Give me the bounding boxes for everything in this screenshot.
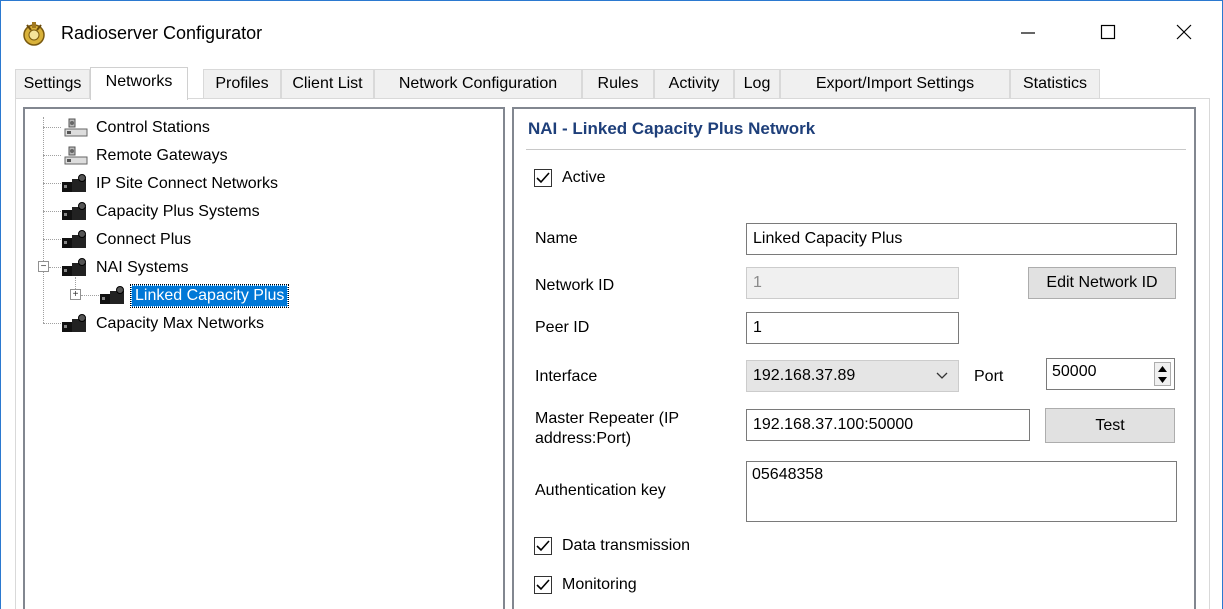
tree-line: [49, 267, 61, 268]
network-icon: [62, 258, 86, 276]
close-icon: [1176, 24, 1192, 40]
network-tree[interactable]: − + Control Stations Remote Gateways IP …: [23, 107, 505, 609]
maximize-button[interactable]: [1088, 15, 1128, 49]
master-repeater-label: Master Repeater (IP address:Port): [535, 410, 679, 447]
tab-export-import-settings[interactable]: Export/Import Settings: [780, 69, 1010, 99]
tree-item-remote-gateways[interactable]: Remote Gateways: [61, 144, 231, 168]
tree-item-label: Capacity Plus Systems: [96, 203, 260, 220]
tree-item-label: Linked Capacity Plus: [129, 284, 290, 308]
interface-value: 192.168.37.89: [753, 367, 856, 384]
tree-line: [43, 117, 44, 323]
monitoring-checkbox[interactable]: Monitoring: [534, 576, 637, 594]
section-title: NAI - Linked Capacity Plus Network: [528, 119, 816, 138]
network-icon: [62, 230, 86, 248]
active-label: Active: [562, 169, 606, 186]
active-checkbox[interactable]: Active: [534, 169, 606, 187]
network-icon: [62, 202, 86, 220]
control-station-icon: [64, 118, 88, 137]
expand-toggle[interactable]: +: [70, 289, 81, 300]
name-field[interactable]: Linked Capacity Plus: [746, 223, 1177, 255]
peer-id-label: Peer ID: [535, 319, 590, 336]
tree-item-label: Remote Gateways: [96, 147, 228, 164]
network-id-label: Network ID: [535, 277, 615, 294]
chevron-down-icon: [936, 372, 948, 379]
checkmark-icon: [536, 540, 550, 552]
spin-up-icon[interactable]: [1158, 366, 1167, 372]
test-button[interactable]: Test: [1045, 408, 1175, 443]
tree-item-linked-capacity-plus[interactable]: Linked Capacity Plus: [99, 284, 290, 308]
monitoring-label: Monitoring: [562, 576, 637, 593]
tab-activity[interactable]: Activity: [654, 69, 734, 99]
tree-item-capacity-plus-systems[interactable]: Capacity Plus Systems: [61, 200, 263, 224]
remote-gateway-icon: [64, 146, 88, 165]
tree-item-label: Control Stations: [96, 119, 210, 136]
collapse-toggle[interactable]: −: [38, 261, 49, 272]
radioserver-app-icon: [23, 22, 45, 46]
auth-key-label: Authentication key: [535, 482, 666, 499]
tree-line: [81, 295, 99, 296]
tree-line: [43, 211, 61, 212]
tab-settings[interactable]: Settings: [15, 69, 90, 99]
network-icon: [100, 286, 124, 304]
checkmark-icon: [536, 172, 550, 184]
title-bar[interactable]: Radioserver Configurator: [1, 1, 1222, 63]
tree-item-nai-systems[interactable]: NAI Systems: [61, 256, 191, 280]
tab-profiles[interactable]: Profiles: [203, 69, 281, 99]
checkmark-icon: [536, 579, 550, 591]
network-icon: [62, 314, 86, 332]
tree-item-label: Capacity Max Networks: [96, 315, 265, 332]
minimize-button[interactable]: [1008, 15, 1048, 49]
maximize-icon: [1100, 24, 1116, 40]
tree-item-connect-plus[interactable]: Connect Plus: [61, 228, 194, 252]
auth-key-field[interactable]: 05648358: [746, 461, 1177, 522]
tab-rules[interactable]: Rules: [582, 69, 654, 99]
tree-item-ip-site-connect-networks[interactable]: IP Site Connect Networks: [61, 172, 281, 196]
tree-line: [43, 155, 61, 156]
tab-client-list[interactable]: Client List: [281, 69, 374, 99]
tree-line: [43, 323, 61, 324]
port-label: Port: [974, 368, 1004, 385]
port-spin-buttons[interactable]: [1154, 362, 1171, 386]
section-divider: [526, 149, 1186, 150]
tab-network-configuration[interactable]: Network Configuration: [374, 69, 582, 99]
tree-item-label: Connect Plus: [96, 231, 192, 248]
tree-item-control-stations[interactable]: Control Stations: [61, 116, 213, 140]
interface-label: Interface: [535, 368, 598, 385]
data-transmission-checkbox[interactable]: Data transmission: [534, 537, 690, 555]
tree-item-label: IP Site Connect Networks: [96, 175, 279, 192]
master-repeater-field[interactable]: 192.168.37.100:50000: [746, 409, 1030, 441]
tree-item-label: NAI Systems: [96, 259, 189, 276]
name-label: Name: [535, 230, 578, 247]
interface-select[interactable]: 192.168.37.89: [746, 360, 959, 392]
tab-log[interactable]: Log: [734, 69, 780, 99]
minimize-icon: [1021, 32, 1035, 34]
app-window: Radioserver Configurator Settings Networ…: [0, 0, 1223, 609]
peer-id-field[interactable]: 1: [746, 312, 959, 344]
network-icon: [62, 174, 86, 192]
close-button[interactable]: [1164, 15, 1204, 49]
tab-networks[interactable]: Networks: [90, 67, 188, 100]
tree-item-capacity-max-networks[interactable]: Capacity Max Networks: [61, 312, 267, 336]
tab-statistics[interactable]: Statistics: [1010, 69, 1100, 99]
tree-line: [43, 183, 61, 184]
spin-down-icon[interactable]: [1158, 377, 1167, 383]
edit-network-id-button[interactable]: Edit Network ID: [1028, 267, 1176, 299]
tree-line: [43, 127, 61, 128]
data-transmission-label: Data transmission: [562, 537, 691, 554]
checkbox-box: [534, 169, 552, 187]
network-id-field: 1: [746, 267, 959, 299]
checkbox-box: [534, 576, 552, 594]
checkbox-box: [534, 537, 552, 555]
port-stepper[interactable]: 50000: [1046, 358, 1175, 390]
window-title: Radioserver Configurator: [61, 23, 263, 43]
tree-line: [43, 239, 61, 240]
port-value: 50000: [1052, 363, 1097, 380]
